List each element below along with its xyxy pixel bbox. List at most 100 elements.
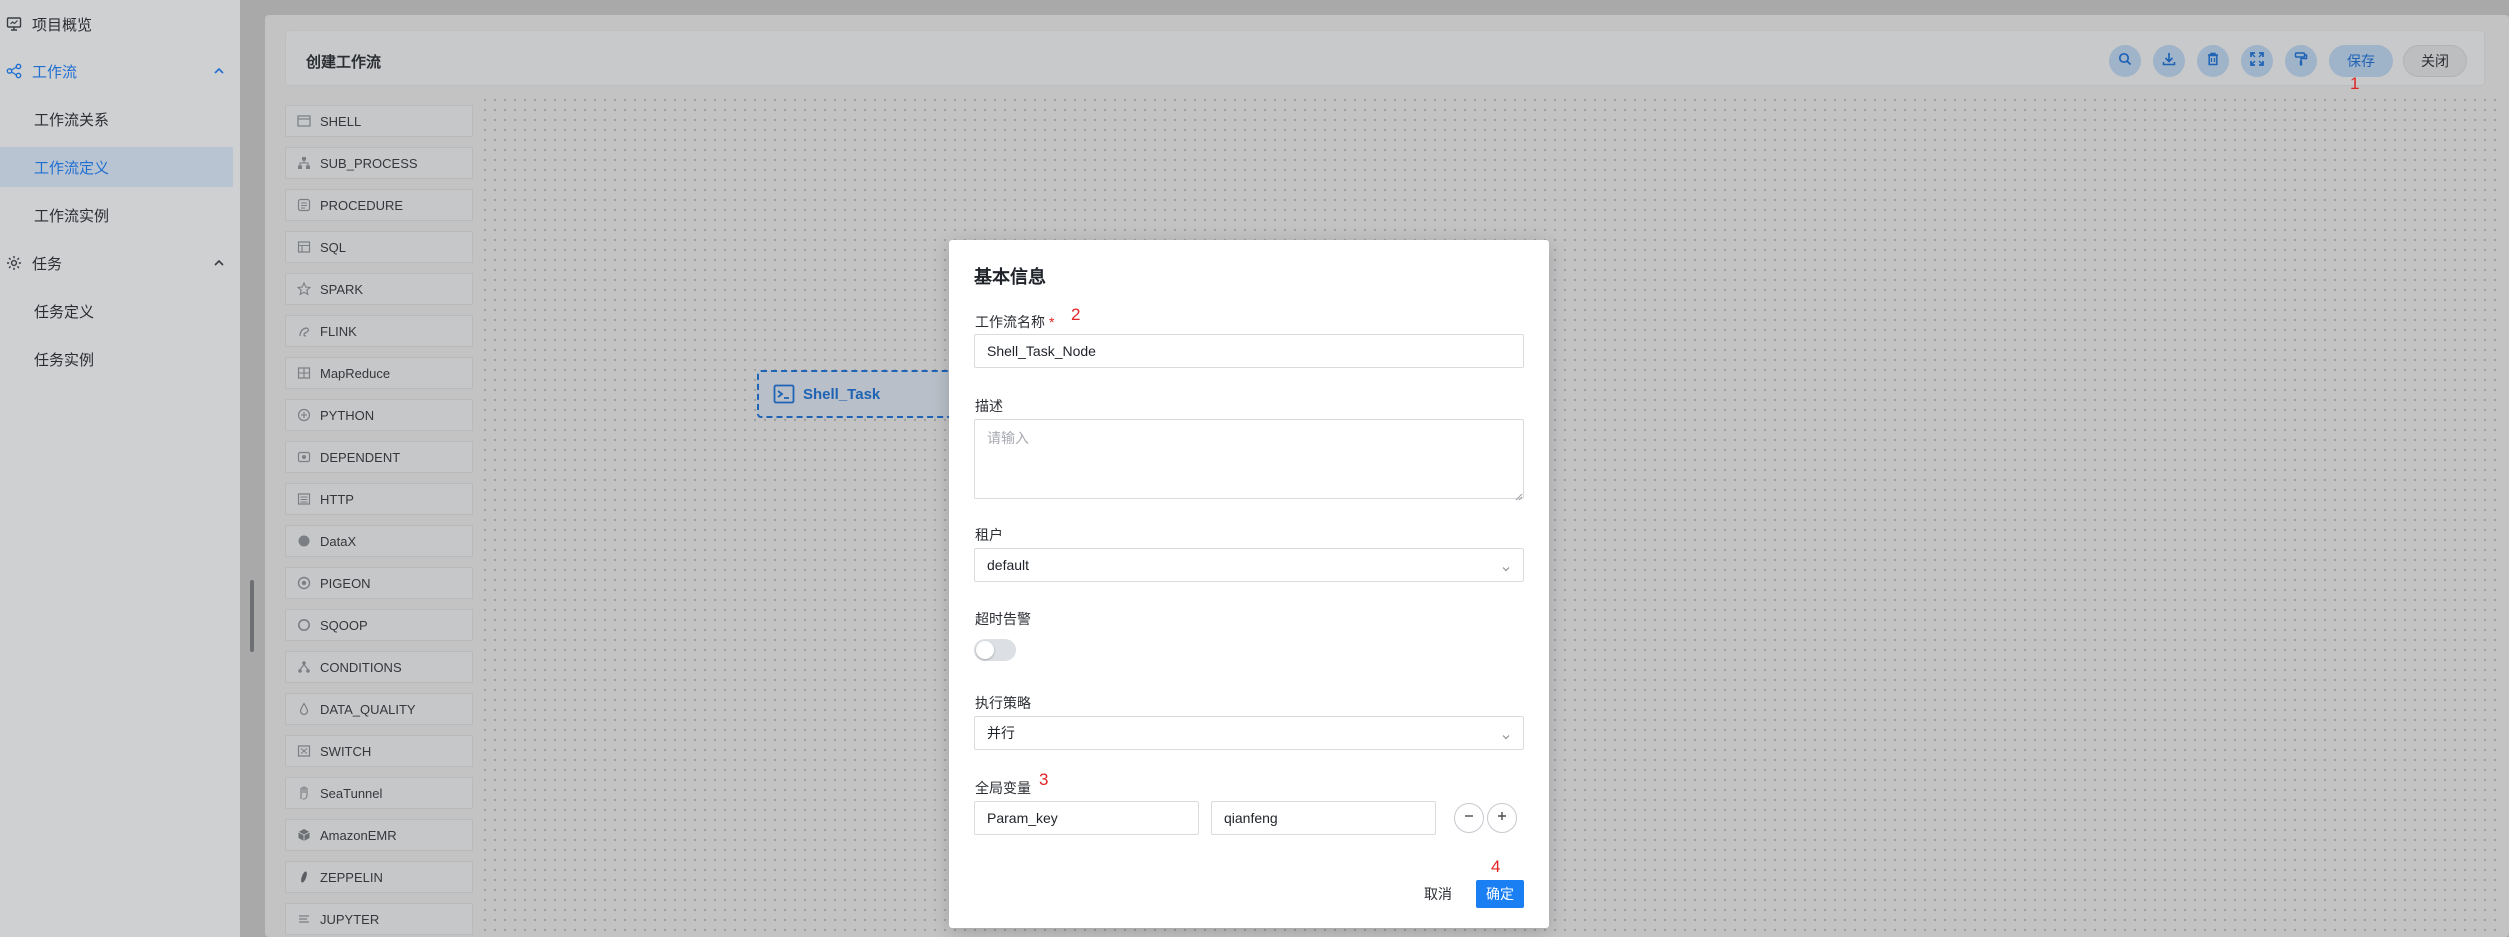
dependent-icon xyxy=(297,450,311,464)
remove-variable-button[interactable] xyxy=(1454,803,1484,833)
required-mark: * xyxy=(1049,314,1055,330)
sidebar-item-workflow-instance[interactable]: 工作流实例 xyxy=(0,195,240,235)
delete-icon xyxy=(2205,51,2221,72)
description-label: 描述 xyxy=(975,398,1003,414)
sidebar-item-task-instance[interactable]: 任务实例 xyxy=(0,339,240,379)
task-item-data-quality[interactable]: DATA_QUALITY xyxy=(285,693,473,725)
sidebar-item-label: 工作流定义 xyxy=(34,159,110,177)
sidebar-item-label: 项目概览 xyxy=(32,16,93,34)
terminal-icon xyxy=(297,114,311,128)
tenant-select[interactable]: default xyxy=(974,548,1524,582)
datax-icon xyxy=(297,534,311,548)
task-item-switch[interactable]: SWITCH xyxy=(285,735,473,767)
search-icon xyxy=(2117,51,2133,72)
page-title: 创建工作流 xyxy=(306,54,382,71)
global-var-value-input[interactable]: qianfeng xyxy=(1211,801,1436,835)
chevron-up-icon xyxy=(212,64,226,78)
http-icon xyxy=(297,492,311,506)
annotation-marker: 2 xyxy=(1071,305,1081,324)
hierarchy-icon xyxy=(297,156,311,170)
grid-icon xyxy=(297,366,311,380)
sidebar-item-label: 工作流 xyxy=(32,63,78,81)
task-item-zeppelin[interactable]: ZEPPELIN xyxy=(285,861,473,893)
workflow-name-label: 工作流名称 * xyxy=(975,312,1054,332)
sidebar-item-workflow[interactable]: 工作流 xyxy=(0,51,240,91)
confirm-button[interactable]: 确定 xyxy=(1476,880,1524,908)
node-label: Shell_Task xyxy=(803,385,881,403)
add-variable-button[interactable] xyxy=(1487,803,1517,833)
task-item-sqoop[interactable]: SQOOP xyxy=(285,609,473,641)
pigeon-icon xyxy=(297,576,311,590)
fullscreen-button[interactable] xyxy=(2241,45,2273,77)
terminal-icon xyxy=(773,383,795,405)
task-item-shell[interactable]: SHELL xyxy=(285,105,473,137)
task-item-python[interactable]: PYTHON xyxy=(285,399,473,431)
sidebar-scrollbar[interactable] xyxy=(250,580,254,652)
execution-strategy-value: 并行 xyxy=(987,725,1015,741)
annotation-marker: 3 xyxy=(1039,770,1049,789)
cancel-button[interactable]: 取消 xyxy=(1418,880,1458,908)
task-item-label: SPARK xyxy=(320,281,364,297)
task-item-label: PROCEDURE xyxy=(320,197,404,213)
zeppelin-icon xyxy=(297,870,311,884)
sidebar-item-project-overview[interactable]: 项目概览 xyxy=(0,4,240,44)
description-textarea[interactable]: 请输入 xyxy=(974,419,1524,499)
toggle-knob xyxy=(976,641,994,659)
task-item-sql[interactable]: SQL xyxy=(285,231,473,263)
task-item-flink[interactable]: FLINK xyxy=(285,315,473,347)
task-item-mapreduce[interactable]: MapReduce xyxy=(285,357,473,389)
fullscreen-icon xyxy=(2249,51,2265,72)
close-button[interactable]: 关闭 xyxy=(2403,45,2467,77)
task-item-spark[interactable]: SPARK xyxy=(285,273,473,305)
task-item-label: DATA_QUALITY xyxy=(320,701,416,717)
download-button[interactable] xyxy=(2153,45,2185,77)
chevron-down-icon xyxy=(1501,561,1511,572)
execution-strategy-select[interactable]: 并行 xyxy=(974,716,1524,750)
global-var-key-input[interactable]: Param_key xyxy=(974,801,1199,835)
task-item-label: FLINK xyxy=(320,323,357,339)
sidebar-item-task-definition[interactable]: 任务定义 xyxy=(0,291,240,331)
sidebar-item-task[interactable]: 任务 xyxy=(0,243,240,283)
basic-info-dialog: 基本信息 工作流名称 * 2 Shell_Task_Node 描述 请输入 租户 … xyxy=(949,240,1549,928)
tenant-label: 租户 xyxy=(975,527,1003,543)
sidebar: 项目概览 工作流 工作流关系 工作流定义 工作流实例 任务 任务定义 任务实例 xyxy=(0,0,240,937)
task-item-procedure[interactable]: PROCEDURE xyxy=(285,189,473,221)
download-icon xyxy=(2161,51,2177,72)
canvas-node-shell-task[interactable]: Shell_Task xyxy=(757,370,957,418)
task-item-label: SWITCH xyxy=(320,743,372,759)
annotation-marker: 1 xyxy=(2350,74,2360,93)
task-item-jupyter[interactable]: JUPYTER xyxy=(285,903,473,935)
task-item-label: CONDITIONS xyxy=(320,659,402,675)
timeout-alert-toggle[interactable] xyxy=(974,639,1016,661)
task-item-label: PIGEON xyxy=(320,575,371,591)
task-item-sub-process[interactable]: SUB_PROCESS xyxy=(285,147,473,179)
task-item-label: DataX xyxy=(320,533,357,549)
task-item-conditions[interactable]: CONDITIONS xyxy=(285,651,473,683)
star-icon xyxy=(297,282,311,296)
plus-icon xyxy=(1496,809,1508,827)
global-variables-label: 全局变量 xyxy=(975,780,1031,796)
sidebar-item-workflow-definition[interactable]: 工作流定义 xyxy=(0,147,233,187)
chevron-up-icon xyxy=(212,256,226,270)
delete-button[interactable] xyxy=(2197,45,2229,77)
search-button[interactable] xyxy=(2109,45,2141,77)
workflow-name-input[interactable]: Shell_Task_Node xyxy=(974,334,1524,368)
task-item-amazonemr[interactable]: AmazonEMR xyxy=(285,819,473,851)
task-item-label: SQL xyxy=(320,239,347,255)
jupyter-icon xyxy=(297,912,311,926)
task-item-label: SHELL xyxy=(320,113,362,129)
format-icon xyxy=(2293,51,2309,72)
task-item-label: MapReduce xyxy=(320,365,391,381)
task-item-seatunnel[interactable]: SeaTunnel xyxy=(285,777,473,809)
format-button[interactable] xyxy=(2285,45,2317,77)
save-button[interactable]: 保存 xyxy=(2329,45,2393,77)
task-item-datax[interactable]: DataX xyxy=(285,525,473,557)
cube-icon xyxy=(297,828,311,842)
task-item-http[interactable]: HTTP xyxy=(285,483,473,515)
sidebar-item-workflow-relation[interactable]: 工作流关系 xyxy=(0,99,240,139)
minus-icon xyxy=(1463,809,1475,827)
python-icon xyxy=(297,408,311,422)
task-item-pigeon[interactable]: PIGEON xyxy=(285,567,473,599)
chevron-down-icon xyxy=(1501,729,1511,740)
task-item-dependent[interactable]: DEPENDENT xyxy=(285,441,473,473)
